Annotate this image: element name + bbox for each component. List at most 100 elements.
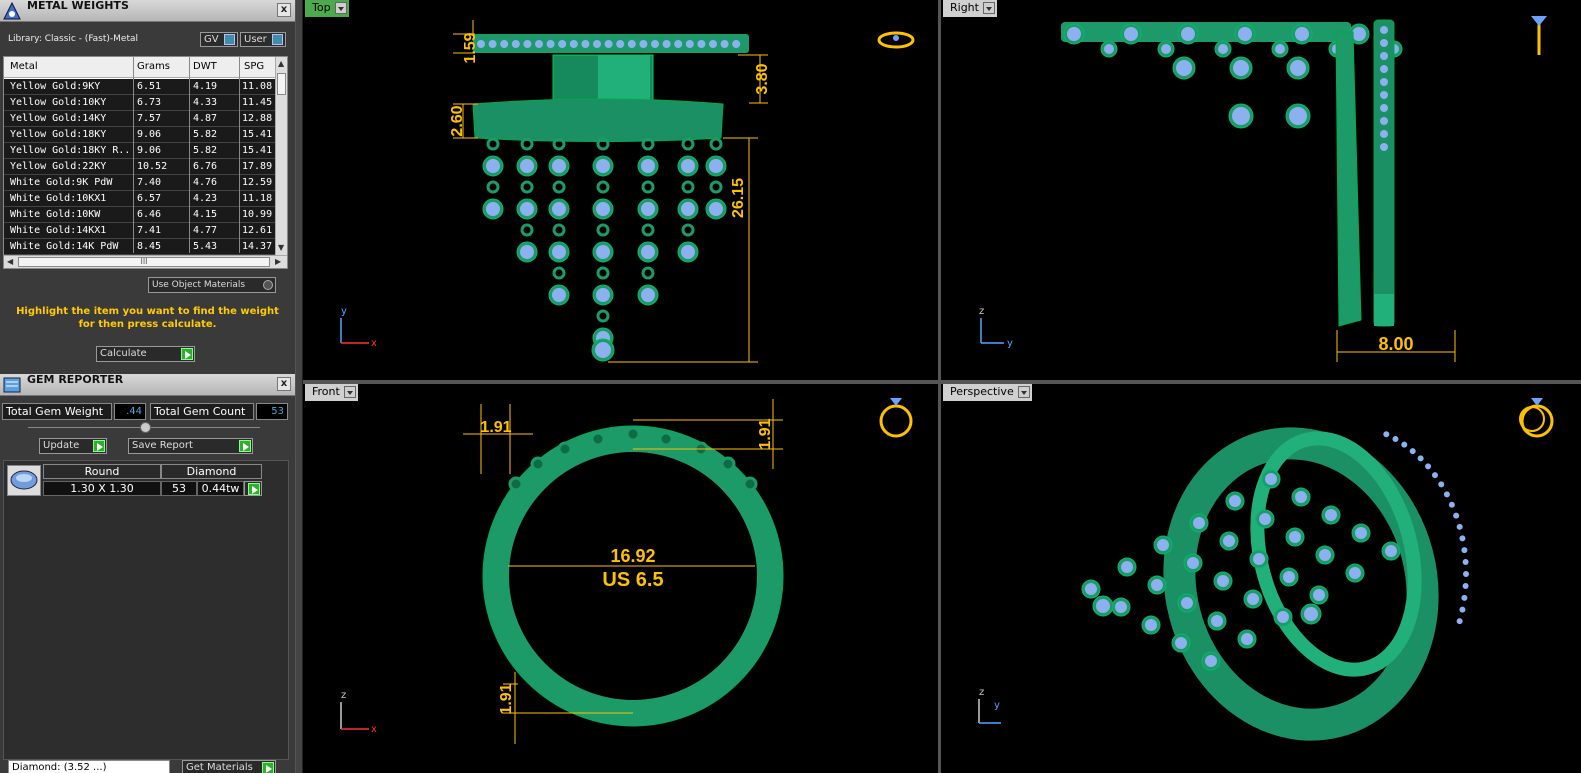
gem-reporter-close-button[interactable]: x	[277, 377, 291, 391]
metal-grams: 6.73	[137, 97, 162, 108]
metal-spg: 17.89	[242, 161, 273, 172]
model-element	[1233, 60, 1249, 76]
perspective-viewport[interactable]: z y Perspective	[941, 384, 1581, 773]
metal-table-row[interactable]: White Gold:14K PdW 8.45 5.43 14.37	[4, 239, 276, 255]
model-element	[1448, 501, 1455, 508]
front-view-tab[interactable]: Front	[305, 384, 358, 401]
slider-handle[interactable]	[140, 422, 151, 433]
perspective-view-drawing: z y	[978, 398, 1554, 741]
right-viewport[interactable]: 8.00 z y Right	[941, 0, 1581, 380]
metal-table-row[interactable]: Yellow Gold:22KY 10.52 6.76 17.89	[4, 159, 276, 175]
use-object-materials-label: Use Object Materials	[152, 280, 246, 290]
metal-table-row[interactable]: Yellow Gold:10KY 6.73 4.33 11.45	[4, 95, 276, 111]
hscroll-thumb[interactable]: III	[18, 257, 270, 267]
model-element	[520, 137, 534, 151]
model-element	[1453, 512, 1460, 519]
chevron-down-icon[interactable]	[982, 2, 995, 14]
model-element	[558, 40, 567, 48]
total-gem-weight-value: .44	[114, 403, 146, 420]
model-element	[1380, 52, 1388, 60]
material-select-value: Diamond: (3.52 ...)	[12, 762, 107, 773]
metal-table-row[interactable]: Yellow Gold:18KY R... 9.06 5.82 15.41	[4, 143, 276, 159]
metal-spg: 15.41	[242, 129, 273, 140]
scroll-up-icon[interactable]: ▲	[278, 59, 284, 68]
use-object-materials-radio[interactable]	[263, 280, 273, 290]
scroll-down-icon[interactable]: ▼	[278, 243, 284, 252]
metal-table-row[interactable]: White Gold:14KX1 7.41 4.77 12.61	[4, 223, 276, 239]
model-element	[1181, 597, 1193, 609]
gem-row-go-button[interactable]	[244, 481, 262, 496]
model-element	[590, 431, 606, 447]
col-spg[interactable]: SPG	[244, 61, 264, 72]
top-viewport[interactable]: 1.59 3.80 2.60 26.15 y x Top	[303, 0, 938, 380]
model-element	[1462, 582, 1469, 589]
model-element	[552, 288, 566, 302]
perspective-view-tab[interactable]: Perspective	[943, 384, 1032, 401]
panel-splitter[interactable]	[295, 0, 303, 773]
model-element	[1275, 44, 1285, 54]
model-element	[1352, 27, 1366, 41]
model-element	[674, 40, 683, 48]
metal-table-row[interactable]: Yellow Gold:18KY 9.06 5.82 15.41	[4, 127, 276, 143]
model-element	[1380, 143, 1388, 151]
metal-table-hscroll[interactable]: ◀ III ▶	[4, 255, 287, 268]
model-element	[639, 40, 648, 48]
chevron-down-icon[interactable]	[1017, 386, 1030, 398]
model-element	[1319, 549, 1331, 561]
model-element	[552, 223, 566, 237]
model-element	[1145, 619, 1157, 631]
model-element	[641, 180, 655, 194]
metal-name: Yellow Gold:22KY	[10, 161, 107, 172]
material-select[interactable]: Diamond: (3.52 ...)	[8, 760, 170, 773]
metal-table-row[interactable]: Yellow Gold:14KY 7.57 4.87 12.88	[4, 111, 276, 127]
front-viewport[interactable]: 1.91 1.91 16.92 US 6.5 1.91 z x Front	[303, 384, 938, 773]
vscroll-thumb[interactable]	[277, 73, 286, 95]
right-view-tab[interactable]: Right	[943, 0, 997, 17]
metal-table-vscroll[interactable]: ▲ ▼	[275, 57, 287, 255]
scroll-left-icon[interactable]: ◀	[7, 257, 13, 266]
model-element	[1181, 27, 1195, 41]
metal-dwt: 4.76	[193, 177, 218, 188]
col-metal[interactable]: Metal	[10, 61, 38, 72]
metal-weights-close-button[interactable]: x	[277, 3, 291, 17]
col-dwt[interactable]: DWT	[193, 61, 217, 72]
use-object-materials-option[interactable]: Use Object Materials	[148, 277, 276, 293]
top-view-tab[interactable]: Top	[305, 0, 349, 17]
scroll-right-icon[interactable]: ▶	[275, 257, 281, 266]
chevron-down-icon[interactable]	[334, 2, 347, 14]
model-element	[596, 180, 610, 194]
metal-table-row[interactable]: White Gold:10KX1 6.57 4.23 11.18	[4, 191, 276, 207]
go-arrow-icon	[248, 483, 260, 495]
get-materials-button[interactable]: Get Materials	[182, 760, 276, 773]
metal-table-row[interactable]: White Gold:9K PdW 7.40 4.76 12.59	[4, 175, 276, 191]
metal-table-row[interactable]: Yellow Gold:9KY 6.51 4.19 11.08	[4, 79, 276, 95]
model-element	[535, 40, 543, 48]
model-element	[1461, 547, 1468, 554]
gv-toggle[interactable]: GV	[200, 32, 238, 47]
metal-spg: 11.08	[242, 81, 273, 92]
model-element	[596, 288, 610, 302]
update-button[interactable]: Update	[39, 438, 107, 454]
model-element	[720, 456, 736, 472]
model-element	[1259, 513, 1271, 525]
model-element	[1459, 606, 1466, 613]
metal-spg: 15.41	[242, 145, 273, 156]
col-grams[interactable]: Grams	[137, 61, 170, 72]
model-element	[511, 40, 520, 48]
chevron-down-icon[interactable]	[343, 386, 356, 398]
go-arrow-icon	[262, 762, 274, 773]
axis-z-label: z	[341, 690, 346, 701]
save-report-button[interactable]: Save Report	[128, 438, 253, 454]
model-element	[681, 137, 695, 151]
calculate-button[interactable]: Calculate	[96, 346, 195, 362]
top-view-label: Top	[312, 1, 331, 14]
user-toggle[interactable]: User	[240, 32, 286, 47]
model-element	[681, 180, 695, 194]
model-element	[1385, 545, 1397, 557]
model-element	[1187, 557, 1199, 569]
model-element	[1277, 611, 1289, 623]
pendant-icon	[1531, 16, 1547, 55]
metal-grams: 7.40	[137, 177, 162, 188]
axis-y-label: y	[1007, 338, 1013, 349]
metal-table-row[interactable]: White Gold:10KW 6.46 4.15 10.99	[4, 207, 276, 223]
